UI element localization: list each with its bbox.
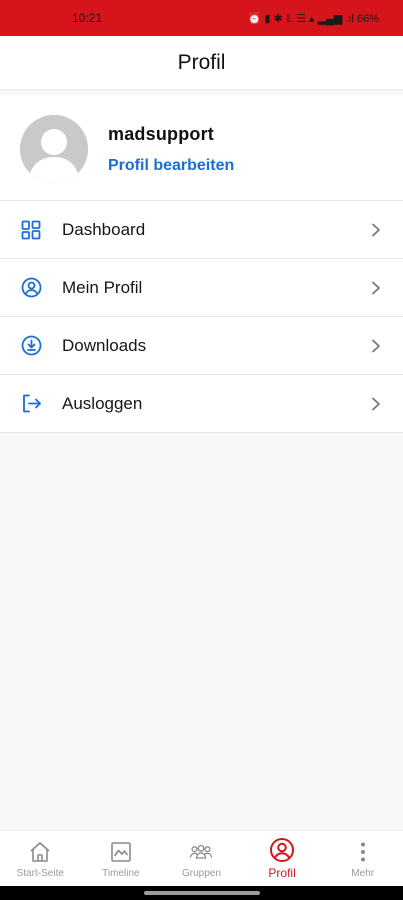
dashboard-icon <box>20 219 42 241</box>
username: madsupport <box>108 124 215 144</box>
avatar[interactable] <box>20 115 88 183</box>
nav-item-profil[interactable]: Profil <box>242 837 322 880</box>
edit-profile-link[interactable]: Profil bearbeiten <box>108 157 234 175</box>
home-gesture-bar[interactable] <box>144 891 260 895</box>
page-title: Profil <box>177 50 226 74</box>
profile-icon <box>269 837 295 863</box>
home-icon <box>27 839 53 865</box>
download-icon <box>20 335 42 357</box>
nav-item-gruppen[interactable]: Gruppen <box>161 839 241 879</box>
status-indicators: ⏰ ▮ ✱ 𝕃 ☰ ▴ ▂▄▆ .ıl 66% <box>248 12 379 25</box>
more-icon <box>350 839 376 865</box>
profile-header: madsupport Profil bearbeiten <box>0 95 403 201</box>
nav-label: Profil <box>268 866 296 880</box>
menu-item-label: Ausloggen <box>62 393 143 413</box>
gesture-area <box>0 886 403 900</box>
nav-label: Mehr <box>351 867 375 879</box>
app-bar: Profil <box>0 36 403 90</box>
status-icons: ⏰ ▮ ✱ 𝕃 ☰ ▴ ▂▄▆ .ıl 66% <box>247 12 379 25</box>
avatar-placeholder-icon <box>20 115 88 183</box>
groups-icon <box>188 839 214 865</box>
nav-label: Start-Seite <box>16 867 64 879</box>
timeline-icon <box>108 839 134 865</box>
user-circle-icon <box>20 277 42 299</box>
chevron-right-icon <box>372 223 380 236</box>
menu-item-dashboard[interactable]: Dashboard <box>0 201 403 259</box>
menu-item-mein-profil[interactable]: Mein Profil <box>0 259 403 317</box>
profile-text: madsupport Profil bearbeiten <box>108 115 234 175</box>
nav-item-mehr[interactable]: Mehr <box>323 839 403 879</box>
bottom-navigation: Start-Seite Timeline Gruppen Profil Mehr <box>0 830 403 886</box>
status-bar: 10:21 ⏰ ▮ ✱ 𝕃 ☰ ▴ ▂▄▆ .ıl 66% <box>0 0 403 36</box>
chevron-right-icon <box>372 339 380 352</box>
menu-item-label: Downloads <box>62 335 147 355</box>
menu-item-downloads[interactable]: Downloads <box>0 317 403 375</box>
chevron-right-icon <box>372 281 380 294</box>
menu-item-label: Mein Profil <box>62 277 143 297</box>
menu-item-label: Dashboard <box>62 219 146 239</box>
nav-label: Gruppen <box>182 867 221 879</box>
profile-screen: 10:21 ⏰ ▮ ✱ 𝕃 ☰ ▴ ▂▄▆ .ıl 66% Profil mad… <box>0 0 403 900</box>
nav-label: Timeline <box>102 867 140 879</box>
status-time: 10:21 <box>72 11 103 25</box>
nav-item-timeline[interactable]: Timeline <box>81 839 161 879</box>
logout-icon <box>20 393 42 415</box>
profile-menu: Dashboard Mein Profil Downloads Auslogge… <box>0 201 403 433</box>
nav-item-start-seite[interactable]: Start-Seite <box>0 839 80 879</box>
chevron-right-icon <box>372 397 380 410</box>
menu-item-ausloggen[interactable]: Ausloggen <box>0 375 403 433</box>
